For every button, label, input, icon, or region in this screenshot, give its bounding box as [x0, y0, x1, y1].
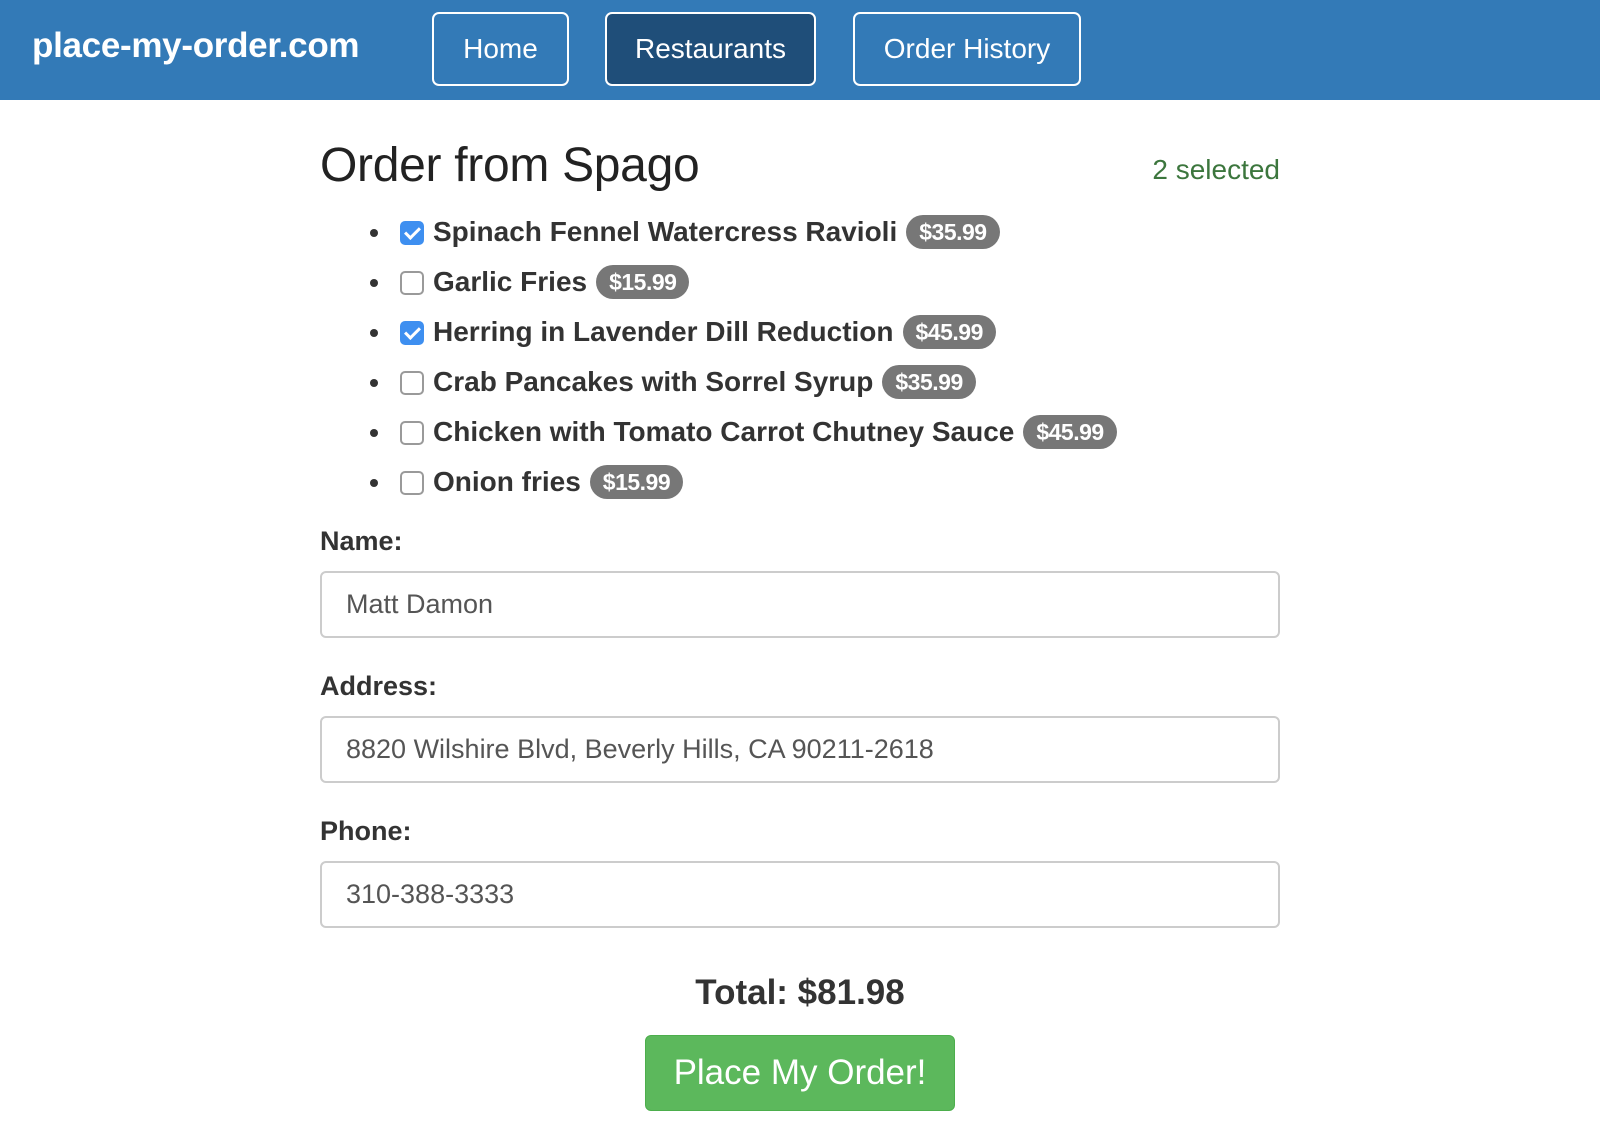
item-checkbox[interactable] [400, 271, 424, 295]
menu-item: Spinach Fennel Watercress Ravioli $35.99 [320, 208, 1280, 258]
menu-item: Garlic Fries $15.99 [320, 258, 1280, 308]
order-total: Total: $81.98 [695, 973, 905, 1012]
price-badge: $15.99 [589, 465, 684, 499]
name-label: Name: [320, 526, 403, 556]
bullet-icon [370, 379, 378, 387]
item-label[interactable]: Chicken with Tomato Carrot Chutney Sauce… [433, 415, 1117, 449]
order-form-container: Order from Spago 2 selected Spinach Fenn… [320, 100, 1280, 1122]
nav-restaurants[interactable]: Restaurants [605, 12, 816, 86]
page-title: Order from Spago [320, 139, 700, 192]
brand-logo[interactable]: place-my-order.com [32, 26, 360, 66]
name-group: Name: [320, 526, 1280, 638]
price-badge: $35.99 [882, 365, 976, 399]
address-label: Address: [320, 671, 438, 701]
menu-items-list: Spinach Fennel Watercress Ravioli $35.99… [320, 208, 1280, 508]
address-group: Address: [320, 671, 1280, 783]
item-name: Chicken with Tomato Carrot Chutney Sauce [433, 416, 1015, 447]
item-label[interactable]: Spinach Fennel Watercress Ravioli $35.99 [433, 215, 1000, 249]
bullet-icon [370, 229, 378, 237]
price-badge: $45.99 [902, 315, 996, 349]
price-badge: $45.99 [1023, 415, 1117, 449]
phone-group: Phone: [320, 816, 1280, 928]
menu-item: Chicken with Tomato Carrot Chutney Sauce… [320, 408, 1280, 458]
item-name: Spinach Fennel Watercress Ravioli [433, 216, 898, 247]
address-input[interactable] [320, 716, 1280, 783]
item-name: Onion fries [433, 466, 581, 497]
selected-count: 2 selected [1152, 154, 1280, 185]
menu-item: Onion fries $15.99 [320, 458, 1280, 508]
item-name: Garlic Fries [433, 266, 588, 297]
item-label[interactable]: Crab Pancakes with Sorrel Syrup $35.99 [433, 365, 976, 399]
item-name: Herring in Lavender Dill Reduction [433, 316, 894, 347]
bullet-icon [370, 479, 378, 487]
price-badge: $35.99 [906, 215, 1000, 249]
bullet-icon [370, 329, 378, 337]
nav-home[interactable]: Home [432, 12, 569, 86]
price-badge: $15.99 [596, 265, 690, 299]
item-name: Crab Pancakes with Sorrel Syrup [433, 366, 874, 397]
menu-item: Herring in Lavender Dill Reduction $45.9… [320, 308, 1280, 358]
place-order-button[interactable]: Place My Order! [645, 1035, 955, 1111]
item-label[interactable]: Herring in Lavender Dill Reduction $45.9… [433, 315, 996, 349]
item-checkbox[interactable] [400, 371, 424, 395]
phone-label: Phone: [320, 816, 412, 846]
item-label[interactable]: Garlic Fries $15.99 [433, 265, 690, 299]
bullet-icon [370, 429, 378, 437]
item-checkbox[interactable] [400, 421, 424, 445]
nav-order-history[interactable]: Order History [853, 12, 1081, 86]
item-checkbox[interactable] [400, 321, 424, 345]
menu-item: Crab Pancakes with Sorrel Syrup $35.99 [320, 358, 1280, 408]
bullet-icon [370, 279, 378, 287]
navbar: place-my-order.com Home Restaurants Orde… [0, 0, 1600, 100]
item-label[interactable]: Onion fries $15.99 [433, 465, 684, 499]
item-checkbox[interactable] [400, 221, 424, 245]
item-checkbox[interactable] [400, 471, 424, 495]
name-input[interactable] [320, 571, 1280, 638]
phone-input[interactable] [320, 861, 1280, 928]
